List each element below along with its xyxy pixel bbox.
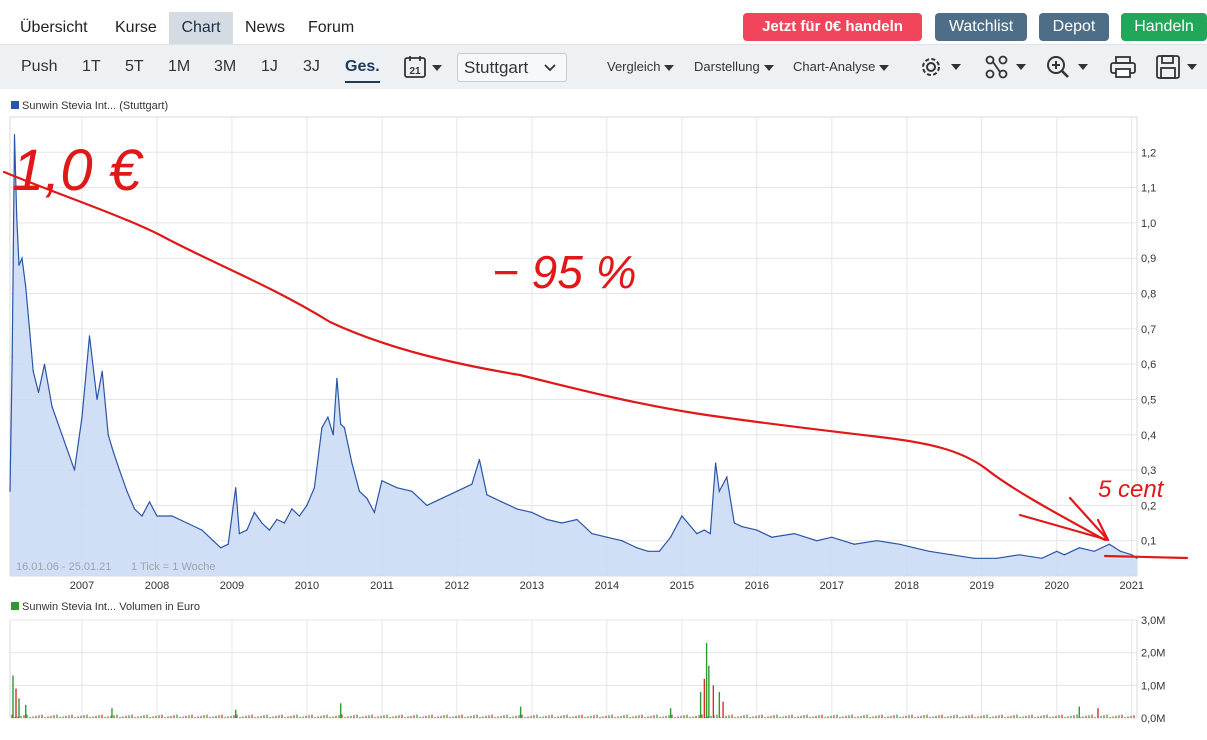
- target-arrow-shaft: [1018, 513, 1110, 542]
- current-price-marker: [1103, 554, 1189, 560]
- annotation-end-price: 5 cent: [1098, 476, 1165, 503]
- annotation-start-price: 1,0 €: [12, 138, 144, 203]
- trend-annotation-line: [2, 170, 1107, 542]
- annotation-drop-percent: − 95 %: [492, 246, 637, 298]
- annotation-layer: 1,0 € − 95 % 5 cent: [2, 138, 1189, 560]
